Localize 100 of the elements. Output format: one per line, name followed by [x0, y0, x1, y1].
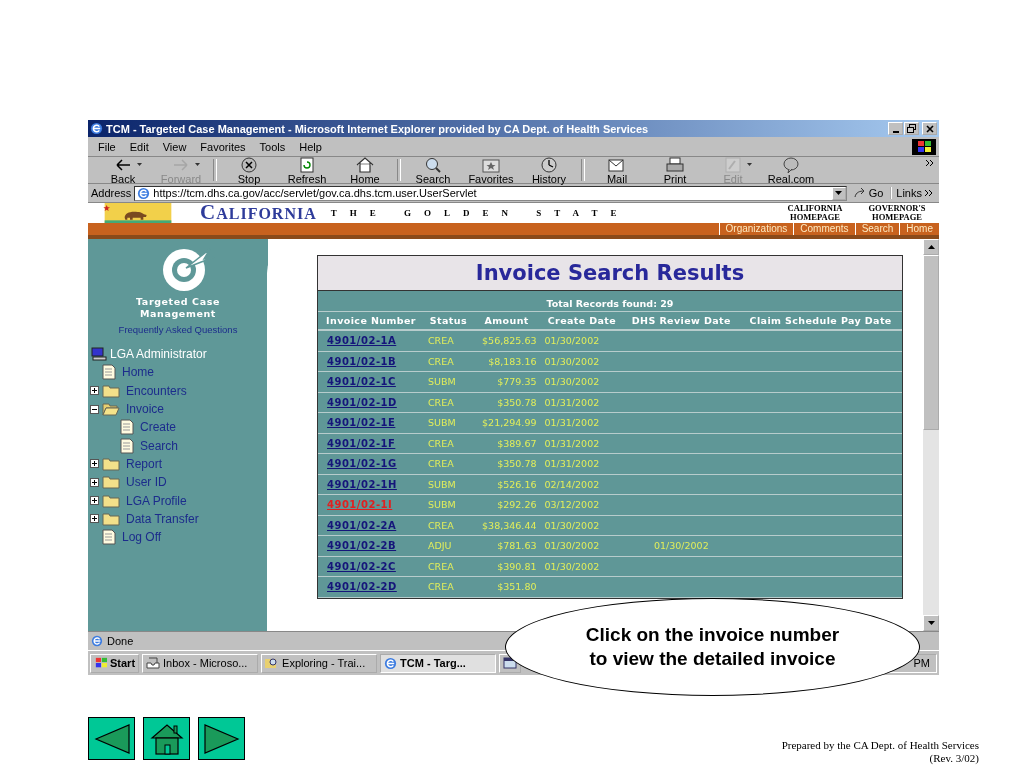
dropdown-caret-icon [747, 163, 752, 166]
address-field[interactable]: https://tcm.dhs.ca.gov/acc/servlet/gov.ca.dhs.tcm.user.UserServlet [134, 185, 847, 201]
printer-icon [665, 155, 685, 174]
invoice-link[interactable]: 4901/02-1H [327, 478, 397, 490]
taskbar-button[interactable]: Inbox - Microso... [142, 653, 259, 673]
toolbar-button[interactable]: Favorites [462, 155, 520, 185]
links-button[interactable]: Links [890, 187, 936, 199]
tree-item[interactable]: Invoice [126, 402, 165, 417]
scroll-thumb[interactable] [923, 255, 939, 430]
column-header: Create Date [540, 312, 624, 330]
toolbar-button[interactable]: History [520, 155, 578, 185]
home-slide-button[interactable] [143, 717, 190, 760]
footer-text: Prepared by the CA Dept. of Health Services [781, 739, 979, 752]
toolbar-button[interactable]: Real.com [762, 155, 820, 185]
minimize-button[interactable] [888, 122, 903, 135]
table-cell: SUBM [423, 494, 473, 515]
tree-root[interactable]: LGA Administrator [110, 347, 207, 362]
expand-icon[interactable] [90, 514, 99, 524]
invoice-link[interactable]: 4901/02-2D [327, 581, 397, 593]
table-cell: 01/30/2002 [540, 371, 624, 392]
taskbar-button[interactable]: Exploring - Trai... [261, 653, 378, 673]
expand-icon[interactable] [90, 386, 99, 396]
invoice-link[interactable]: 4901/02-1A [327, 335, 397, 347]
table-cell: $526.16 [472, 474, 541, 495]
tree-item[interactable]: Encounters [126, 383, 187, 398]
restore-icon [907, 124, 916, 133]
chevron-icon[interactable] [926, 160, 933, 166]
folder-icon [102, 475, 120, 490]
record-count: Total Records found: 29 [318, 291, 902, 312]
table-cell: SUBM [423, 474, 473, 495]
collapse-icon[interactable] [90, 404, 99, 414]
menu-item[interactable]: File [98, 140, 116, 153]
menu-item[interactable]: Help [299, 140, 322, 153]
dropdown-button[interactable] [831, 186, 846, 200]
minimize-icon [892, 130, 899, 133]
header-link[interactable]: GOVERNOR'S HOMEPAGE [859, 203, 935, 223]
speech-bubble-icon [781, 155, 801, 174]
toolbar-button[interactable]: Back [94, 155, 152, 185]
table-cell: $292.26 [472, 494, 541, 515]
next-slide-button[interactable] [198, 717, 245, 760]
invoice-link[interactable]: 4901/02-1G [327, 458, 397, 470]
tree-item[interactable]: LGA Profile [126, 493, 187, 508]
header-link[interactable]: CALIFORNIA HOMEPAGE [777, 203, 853, 223]
invoice-link[interactable]: 4901/02-1F [327, 437, 396, 449]
expand-icon[interactable] [90, 496, 99, 505]
table-cell: 01/30/2002 [540, 556, 624, 577]
table-cell: 01/30/2002 [540, 515, 624, 536]
tree-item[interactable]: Search [140, 438, 179, 453]
invoice-link[interactable]: 4901/02-1E [327, 417, 396, 429]
invoice-link[interactable]: 4901/02-2C [327, 560, 396, 572]
invoice-link[interactable]: 4901/02-2B [327, 540, 397, 552]
table-cell: ADJU [423, 535, 473, 556]
table-cell: CREA [423, 576, 473, 597]
vertical-scrollbar[interactable] [923, 239, 939, 631]
maximize-button[interactable] [904, 122, 919, 135]
tree-item[interactable]: Home [122, 365, 154, 380]
start-button[interactable]: Start [90, 653, 140, 673]
previous-slide-button[interactable] [88, 717, 135, 760]
invoice-link[interactable]: 4901/02-1B [327, 355, 397, 367]
toolbar-button[interactable]: Refresh [278, 155, 336, 185]
table-cell: $350.78 [472, 392, 541, 413]
document-icon [102, 529, 116, 546]
tree-item[interactable]: Data Transfer [126, 511, 199, 526]
arrow-icon [853, 188, 866, 198]
menu-item[interactable]: Tools [259, 140, 286, 153]
toolbar-button[interactable]: Search [404, 155, 462, 185]
toolbar-button[interactable]: Stop [220, 155, 278, 185]
expand-icon[interactable] [90, 477, 99, 487]
menu-item[interactable]: Favorites [200, 140, 246, 153]
go-button[interactable]: Go [849, 187, 888, 199]
search-icon [423, 155, 443, 174]
expand-icon[interactable] [90, 459, 99, 469]
column-header: DHS Review Date [623, 312, 740, 330]
invoice-link[interactable]: 4901/02-2A [327, 519, 397, 531]
window-title: TCM - Targeted Case Management - Microsoft Internet Explorer provided by CA Dept. of Health Services [106, 122, 649, 135]
menu-item[interactable]: Edit [129, 140, 149, 153]
close-button[interactable] [922, 122, 937, 135]
tree-item[interactable]: User ID [126, 475, 167, 490]
tree-item[interactable]: Log Off [122, 530, 162, 545]
down-arrow-icon [927, 621, 935, 625]
invoice-link[interactable]: 4901/02-1C [327, 376, 396, 388]
taskbar-button[interactable]: TCM - Targ... [380, 653, 497, 673]
folder-icon [102, 511, 120, 526]
folder-icon [102, 456, 120, 471]
table-cell: 01/31/2002 [540, 392, 624, 413]
computer-icon [91, 347, 107, 362]
tree-item[interactable]: Create [140, 420, 177, 435]
table-cell: 02/14/2002 [540, 474, 624, 495]
faq-link[interactable]: Frequently Asked Questions [118, 324, 238, 335]
menu-item[interactable]: View [162, 140, 187, 153]
toolbar-button[interactable]: Print [646, 155, 704, 185]
callout-text: Click on the invoice number to view the detailed invoice [584, 623, 841, 671]
invoice-link[interactable]: 4901/02-1D [327, 396, 397, 408]
toolbar-button[interactable]: Home [336, 155, 394, 185]
status-text: Done [107, 635, 134, 647]
open-folder-icon [102, 402, 120, 417]
tree-item[interactable]: Report [126, 456, 163, 471]
magnifier-icon [265, 657, 280, 669]
chevron-icon [925, 190, 932, 196]
toolbar-button[interactable]: Mail [588, 155, 646, 185]
